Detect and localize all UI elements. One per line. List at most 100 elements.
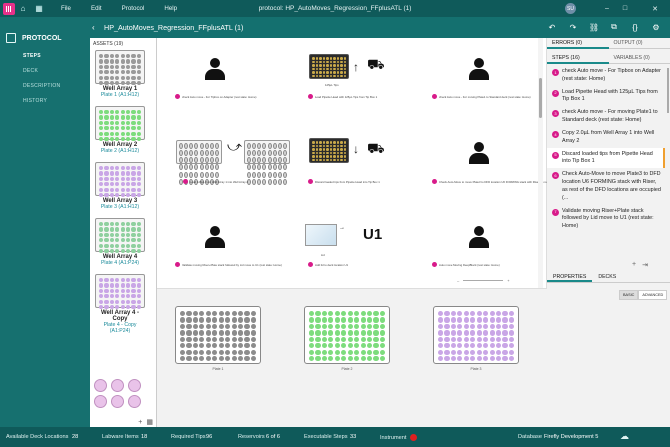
steps-scrollbar[interactable] xyxy=(667,68,669,113)
undo-icon[interactable]: ↶ xyxy=(545,20,559,34)
deck-preview: Plate 1 Plate 2 Plate 3 xyxy=(157,289,547,427)
add-asset-icon[interactable]: + xyxy=(138,419,142,426)
step-text: Load Pipette Head with 125µL Tips from T… xyxy=(562,88,658,103)
canvas-step-9[interactable]: Auto move Moving DeepBlock (rest state: … xyxy=(432,262,500,267)
back-arrow-icon[interactable]: ‹ xyxy=(92,23,104,32)
nav-deck[interactable]: DECK xyxy=(0,64,90,79)
step-item[interactable]: 1 check Auto move - For Tipbox on Adapter… xyxy=(547,65,665,86)
step-item[interactable]: 5 Discard loaded tips from Pipette Head i… xyxy=(547,147,665,169)
canvas-step-4[interactable]: Load 125µL from Well Array 1 into Well A… xyxy=(183,179,248,184)
assets-footer: + ▦ xyxy=(90,417,156,427)
tips-value: 96 xyxy=(206,434,213,440)
output-tabs: ERRORS (0) OUTPUT (0) xyxy=(547,38,670,49)
mode-basic[interactable]: BASIC xyxy=(619,290,639,300)
menu-file[interactable]: File xyxy=(61,5,71,12)
step-item[interactable]: 3 check Auto move - For moving Plate1 to … xyxy=(547,106,665,127)
asset-item[interactable]: Well Array 3 Plate 3 (A1:H12) xyxy=(94,162,146,210)
variables-icon[interactable]: {} xyxy=(628,20,642,34)
step-number: 3 xyxy=(552,110,559,118)
settings-icon[interactable]: ⚙ xyxy=(649,20,663,34)
canvas-step-8[interactable]: Add lid to deck location U1 xyxy=(308,262,348,267)
reservoir-icon[interactable] xyxy=(94,379,107,392)
lid-graphic[interactable] xyxy=(305,224,337,246)
asset-plate-thumbnail xyxy=(95,106,145,142)
canvas-step-3[interactable]: check Auto move - For moving Plate1 to S… xyxy=(432,94,531,99)
nav-history[interactable]: HISTORY xyxy=(0,94,90,109)
grid-view-icon[interactable]: ▦ xyxy=(146,418,153,426)
reservoirs-label: Reservoirs xyxy=(238,434,265,440)
tab-variables[interactable]: VARIABLES (0) xyxy=(608,53,670,64)
zoom-slider[interactable]: – + xyxy=(457,278,510,283)
asset-sub: Plate 1 (A1:H12) xyxy=(100,92,140,98)
step-item[interactable]: 6 Check Auto-Move to move Plate3 to DFD l… xyxy=(547,168,665,204)
steps-value: 33 xyxy=(350,434,357,440)
asset-item[interactable]: Well Array 4 - Copy Plate 4 - Copy (A1:P2… xyxy=(94,274,146,334)
menu-edit[interactable]: Edit xyxy=(91,5,102,12)
home-icon[interactable]: ⌂ xyxy=(15,0,31,17)
deck-plate-3[interactable] xyxy=(433,306,519,364)
tab-properties[interactable]: PROPERTIES xyxy=(547,272,593,282)
asset-name: Well Array 4 - Copy xyxy=(100,310,139,322)
redo-icon[interactable]: ↷ xyxy=(566,20,580,34)
canvas-step-2[interactable]: Load Pipette Head with 125µL Tips from T… xyxy=(308,94,377,99)
asset-item[interactable]: Well Array 1 Plate 1 (A1:H12) xyxy=(94,50,146,98)
asset-item[interactable]: Well Array 2 Plate 2 (A1:H12) xyxy=(94,106,146,154)
menu-bar: File Edit Protocol Help xyxy=(61,5,177,12)
close-button[interactable]: ✕ xyxy=(646,0,664,17)
plate-graphic[interactable] xyxy=(175,140,222,185)
menu-protocol[interactable]: Protocol xyxy=(122,5,145,12)
reservoir-icon[interactable] xyxy=(111,379,124,392)
unlink-icon[interactable]: ⧉ xyxy=(607,20,621,34)
step-text: Discard loaded tips from Pipette Head in… xyxy=(562,150,653,165)
reservoir-icon[interactable] xyxy=(111,395,124,408)
protocol-canvas: check Auto move - For Tipbox on Adapter … xyxy=(157,38,615,427)
canvas-scrollbar[interactable] xyxy=(538,38,543,288)
plate-graphic[interactable] xyxy=(243,140,290,185)
step-item[interactable]: 4 Copy 2.0µL from Well Array 1 into Well … xyxy=(547,127,665,148)
tab-decks[interactable]: DECKS xyxy=(592,272,622,282)
deck-plate-1[interactable] xyxy=(175,306,261,364)
step-number: 2 xyxy=(552,89,559,97)
nav-steps[interactable]: STEPS xyxy=(0,49,90,64)
add-step-icon[interactable]: + xyxy=(632,261,636,269)
tipbox-graphic[interactable] xyxy=(309,54,349,79)
operator-icon xyxy=(205,226,225,248)
database-label: Database xyxy=(518,434,542,440)
step-text: Copy 2.0µL from Well Array 1 into Well A… xyxy=(562,129,655,144)
operator-icon xyxy=(205,58,225,80)
menu-help[interactable]: Help xyxy=(164,5,177,12)
cloud-sync-icon[interactable]: ☁ xyxy=(620,431,629,442)
asset-plate-thumbnail xyxy=(95,274,145,310)
canvas-step-1[interactable]: check Auto move - For Tipbox on Adapter … xyxy=(175,94,256,99)
reservoir-icon[interactable] xyxy=(128,379,141,392)
protocol-name: HP_AutoMoves_Regression_FFplusATL (1) xyxy=(104,23,244,32)
tipbox-graphic[interactable] xyxy=(309,138,349,163)
avatar[interactable]: SU xyxy=(565,3,576,14)
operator-icon xyxy=(469,226,489,248)
nav-description[interactable]: DESCRIPTION xyxy=(0,79,90,94)
asset-item[interactable]: Well Array 4 Plate 4 (A1:P24) xyxy=(94,218,146,266)
calendar-icon[interactable]: ▦ xyxy=(31,0,47,17)
assets-header: ASSETS (19) xyxy=(93,41,124,47)
step-item[interactable]: 2 Load Pipette Head with 125µL Tips from … xyxy=(547,86,665,107)
deck-plate-2[interactable] xyxy=(304,306,390,364)
maximize-button[interactable]: □ xyxy=(616,0,634,17)
status-bar: Available Deck Locations 28 Labware Item… xyxy=(0,427,670,447)
tab-errors[interactable]: ERRORS (0) xyxy=(547,38,609,49)
minimize-button[interactable]: – xyxy=(598,0,616,17)
mode-advanced[interactable]: ADVANCED xyxy=(638,290,668,300)
mode-toggle: BASIC ADVANCED xyxy=(619,290,668,300)
lid-location: U1 xyxy=(363,226,383,243)
deck-plate-1-label: Plate 1 xyxy=(212,367,224,371)
link-icon[interactable]: ⛓ xyxy=(587,20,601,34)
insert-step-icon[interactable]: ⇥ xyxy=(642,261,648,269)
step-item[interactable]: 7 Validate moving Riser+Plate stack follo… xyxy=(547,205,665,233)
arrow-down-icon: ↓ xyxy=(353,142,359,156)
reservoir-icon[interactable] xyxy=(128,395,141,408)
asset-plate-thumbnail xyxy=(95,50,145,86)
reservoir-icon[interactable] xyxy=(94,395,107,408)
canvas-step-5[interactable]: Discard loaded tips from Pipette Head in… xyxy=(308,179,380,184)
tab-steps[interactable]: STEPS (16) xyxy=(547,53,609,64)
canvas-step-7[interactable]: Validate moving Riser+Plate stack follow… xyxy=(175,262,282,267)
tab-output[interactable]: OUTPUT (0) xyxy=(608,38,670,49)
